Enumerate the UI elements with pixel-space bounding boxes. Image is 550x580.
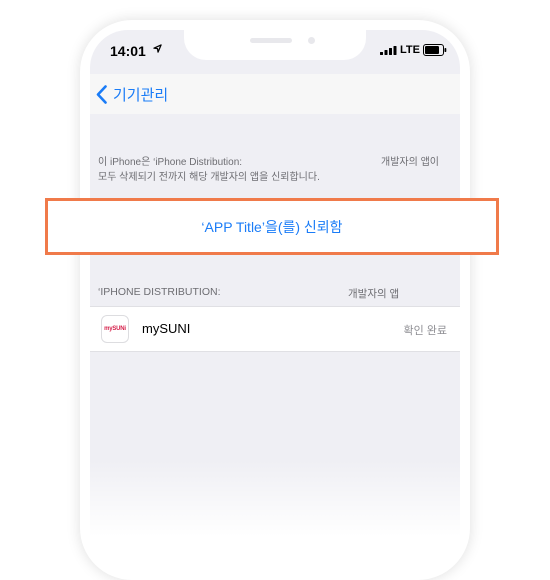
speaker — [250, 38, 292, 43]
location-arrow-icon — [153, 44, 162, 53]
signal-bars-icon — [380, 46, 397, 55]
bottom-fade — [90, 460, 460, 550]
section-header-right: 개발자의 앱 — [348, 288, 400, 300]
description-line-1-right: 개발자의 앱이 — [381, 157, 439, 168]
section-header: ‘IPHONE DISTRIBUTION: 개발자의 앱 — [98, 286, 453, 300]
app-name: mySUNI — [142, 321, 191, 336]
back-label: 기기관리 — [113, 86, 169, 104]
app-verification-status: 확인 완료 — [403, 325, 447, 337]
description-line-2: 모두 삭제되기 전까지 해당 개발자의 앱을 신뢰합니다. — [98, 172, 320, 183]
status-time: 14:01 — [110, 43, 146, 59]
trust-app-label: ‘APP Title’을(를) 신뢰함 — [201, 218, 343, 235]
description-line-1: 이 iPhone은 ‘iPhone Distribution: — [98, 157, 243, 168]
mysuni-app-icon: mySUNi — [101, 315, 129, 343]
battery-icon — [423, 44, 447, 56]
section-header-left: ‘IPHONE DISTRIBUTION: — [98, 286, 221, 298]
app-row[interactable]: mySUNi mySUNI 확인 완료 — [90, 306, 460, 352]
chevron-left-icon — [96, 84, 107, 104]
trust-description: 이 iPhone은 ‘iPhone Distribution: 개발자의 앱이 … — [98, 155, 453, 185]
navigation-bar: 기기관리 — [90, 74, 460, 114]
notch — [184, 30, 366, 60]
network-label: LTE — [400, 44, 420, 56]
camera — [308, 37, 315, 44]
app-logo-text: mySUNi — [104, 326, 126, 332]
device-screen: 14:01 LTE 기기관리 이 iPhone은 ‘iPhone Distrib… — [90, 30, 460, 550]
status-bar: 14:01 LTE — [90, 30, 460, 74]
trust-app-button[interactable]: ‘APP Title’을(를) 신뢰함 — [45, 198, 499, 255]
back-button[interactable]: 기기관리 — [96, 80, 168, 108]
